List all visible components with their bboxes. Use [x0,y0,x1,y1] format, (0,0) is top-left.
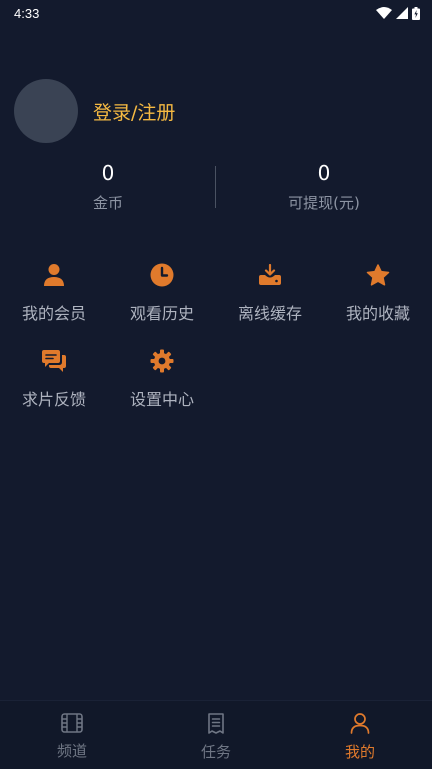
withdrawable-stat[interactable]: 0 可提现(元) [216,160,432,213]
coins-label: 金币 [92,194,123,212]
tab-label: 任务 [200,743,231,761]
signal-icon [396,7,408,19]
menu-item-label: 离线缓存 [237,304,302,323]
tab-channel[interactable]: 频道 [0,701,144,769]
coins-value: 0 [101,161,115,185]
menu-item-label: 设置中心 [129,390,194,409]
menu-row: 求片反馈 设置中心 [0,348,432,434]
tab-label: 频道 [56,742,87,760]
gear-icon [149,348,175,374]
status-bar: 4:33 [0,0,432,26]
stats-divider [215,166,216,208]
film-icon [61,713,83,737]
download-cache-icon [257,262,283,288]
login-register-link[interactable]: 登录/注册 [93,98,175,125]
bottom-tab-bar: 频道 任务 我的 [0,700,432,769]
task-list-icon [207,713,225,738]
member-icon [41,262,67,288]
status-time: 4:33 [14,5,40,21]
withdrawable-label: 可提现(元) [288,194,360,212]
status-icons [376,6,420,20]
stats-panel: 0 金币 0 可提现(元) [0,160,432,216]
user-icon [350,713,370,738]
withdrawable-value: 0 [317,161,331,185]
tab-tasks[interactable]: 任务 [144,701,288,769]
history-clock-icon [149,262,175,288]
tab-label: 我的 [344,743,375,761]
menu-item-offline-cache[interactable]: 离线缓存 [216,262,324,348]
battery-icon [412,6,420,20]
wifi-icon [376,7,392,19]
menu-item-history[interactable]: 观看历史 [108,262,216,348]
menu-item-settings[interactable]: 设置中心 [108,348,216,434]
menu-grid: 我的会员 观看历史 离线缓存 我的收藏 求片反馈 设置中心 [0,262,432,434]
menu-item-favorites[interactable]: 我的收藏 [324,262,432,348]
menu-item-request-feedback[interactable]: 求片反馈 [0,348,108,434]
tab-mine[interactable]: 我的 [288,701,432,769]
menu-item-label: 观看历史 [129,304,194,323]
star-icon [365,262,391,288]
avatar[interactable] [14,79,78,143]
profile-header: 登录/注册 [14,79,175,143]
menu-row: 我的会员 观看历史 离线缓存 我的收藏 [0,262,432,348]
menu-item-label: 我的收藏 [345,304,410,323]
menu-item-label: 求片反馈 [21,390,86,409]
chat-feedback-icon [41,348,67,374]
coins-stat[interactable]: 0 金币 [0,160,216,213]
menu-item-label: 我的会员 [21,304,86,323]
menu-item-member[interactable]: 我的会员 [0,262,108,348]
